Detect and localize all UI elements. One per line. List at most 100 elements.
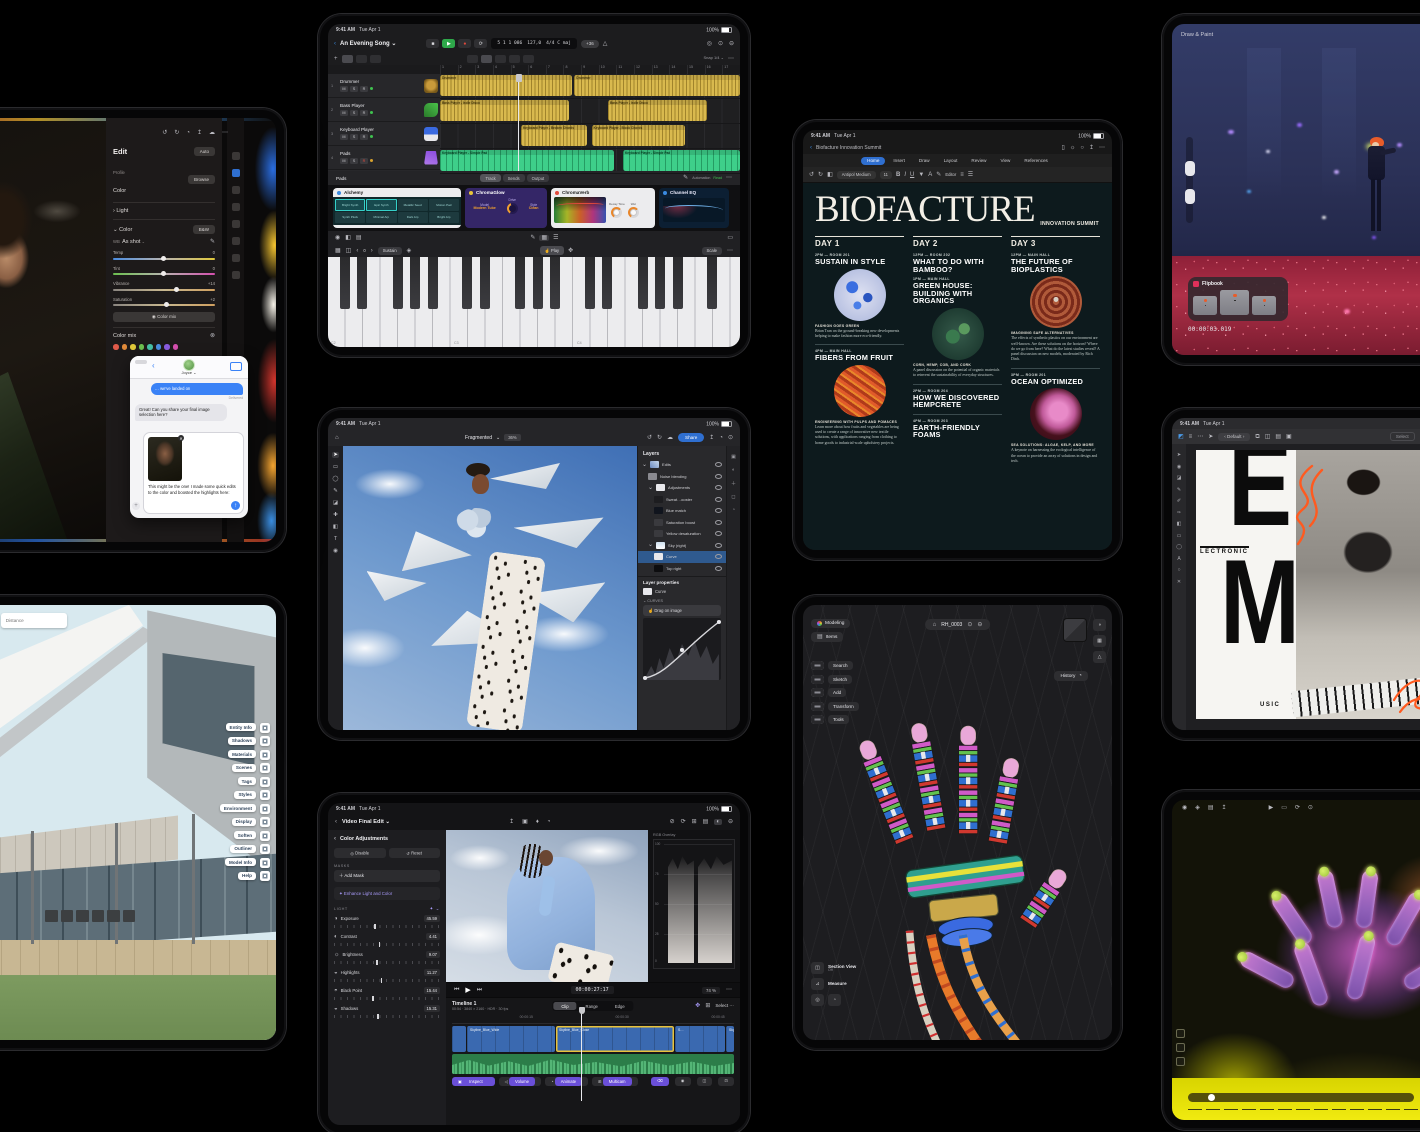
slider-marker[interactable] bbox=[377, 1014, 379, 1019]
window-controls[interactable] bbox=[135, 360, 147, 364]
back-icon[interactable]: ‹ bbox=[334, 41, 336, 47]
attached-image-thumbnail[interactable]: ✕ bbox=[148, 437, 182, 481]
piano-keyboard[interactable]: C2 C3 C4 bbox=[328, 257, 740, 347]
loop-tool-icon[interactable] bbox=[495, 55, 506, 63]
back-icon[interactable]: ‹ bbox=[152, 361, 155, 370]
slider-marker[interactable] bbox=[379, 942, 381, 947]
menu-icon[interactable]: ≡ bbox=[1189, 434, 1193, 440]
shape-tool-icon[interactable]: ▭ bbox=[1177, 533, 1182, 539]
more-icon[interactable]: ⋯ bbox=[726, 175, 732, 181]
param-value[interactable]: Modern Tube bbox=[473, 207, 495, 211]
panel-button[interactable]: Display bbox=[232, 818, 256, 826]
camera-tool-icon[interactable] bbox=[1176, 1029, 1185, 1038]
ribbon-tab[interactable]: References bbox=[1018, 157, 1054, 165]
export-icon[interactable]: ↥ bbox=[709, 435, 714, 441]
loop-icon[interactable]: ⟳ bbox=[1295, 805, 1300, 811]
channel-eq-plugin[interactable]: Channel EQ bbox=[659, 188, 729, 228]
poster-page[interactable]: E LECTRONIC M USIC bbox=[1196, 450, 1420, 719]
ribbon-tab[interactable]: View bbox=[994, 157, 1016, 165]
volume-button[interactable]: ◁ Volume bbox=[499, 1077, 541, 1086]
visibility-icon[interactable] bbox=[715, 474, 722, 479]
fade-tool-icon[interactable] bbox=[523, 55, 534, 63]
align-icon[interactable]: ▤ bbox=[1275, 434, 1281, 440]
record-enable-button[interactable]: R bbox=[360, 158, 368, 164]
audio-icon[interactable]: ◧ bbox=[345, 235, 351, 241]
slider-knob[interactable] bbox=[161, 271, 166, 276]
font-color-icon[interactable]: A bbox=[928, 172, 932, 178]
comments-icon[interactable]: ◻ bbox=[731, 494, 735, 500]
shadows-slider[interactable]: ◒Shadows15.31 bbox=[334, 1005, 440, 1018]
saturation-slider[interactable]: Saturation+2 bbox=[113, 297, 215, 307]
loop-icon[interactable]: ⟳ bbox=[681, 819, 686, 825]
steps-mode-icon[interactable]: ☰ bbox=[553, 235, 558, 241]
tool-menu-item[interactable]: Tools bbox=[828, 715, 849, 724]
visibility-icon[interactable] bbox=[715, 520, 722, 525]
enhance-button[interactable]: ✦ Enhance Light and Color bbox=[334, 887, 440, 900]
skip-forward-icon[interactable]: ⏭ bbox=[477, 987, 482, 993]
lens-icon[interactable] bbox=[232, 237, 240, 245]
preset-cell[interactable]: Bright Arp bbox=[429, 212, 459, 224]
panel-button[interactable]: Scenes bbox=[232, 764, 256, 772]
eyedropper-tool-icon[interactable]: ◉ bbox=[333, 548, 338, 554]
reset-button[interactable]: ↺ Reset bbox=[389, 848, 441, 858]
remove-attachment-icon[interactable]: ✕ bbox=[178, 435, 184, 441]
healing-icon[interactable] bbox=[232, 220, 240, 228]
slider-value[interactable]: 11.27 bbox=[424, 969, 440, 976]
trim-tool-icon[interactable] bbox=[481, 55, 492, 63]
editor-label[interactable]: Editor bbox=[945, 172, 956, 177]
panel-button[interactable]: Outliner bbox=[230, 845, 256, 853]
black-key[interactable] bbox=[410, 257, 420, 309]
midi-region[interactable]: Bass Player - Indie Disco bbox=[440, 100, 569, 121]
add-attachment-button[interactable]: + bbox=[132, 502, 140, 510]
draft-text[interactable]: This might be the one! I made some quick… bbox=[148, 484, 239, 495]
sync-icon[interactable]: ⊙ bbox=[967, 622, 972, 628]
format-painter-icon[interactable]: ◧ bbox=[827, 172, 833, 178]
record-enable-button[interactable]: R bbox=[360, 134, 368, 140]
scale-button[interactable]: Scale bbox=[702, 247, 722, 255]
color-swatch[interactable] bbox=[164, 344, 170, 350]
mute-button[interactable]: M bbox=[340, 158, 348, 164]
vibrance-slider[interactable]: Vibrance+14 bbox=[113, 281, 215, 291]
home-icon[interactable]: ⌂ bbox=[335, 435, 339, 441]
brush-slider[interactable] bbox=[1186, 137, 1193, 223]
settings-icon[interactable]: ⊙ bbox=[1308, 805, 1313, 811]
slider-value[interactable]: 15.31 bbox=[424, 1005, 440, 1012]
minimize-icon[interactable]: ⊖ bbox=[728, 819, 733, 825]
cloud-icon[interactable]: ☁ bbox=[667, 435, 673, 441]
color-swatch[interactable] bbox=[122, 344, 128, 350]
add-track-icon[interactable]: + bbox=[334, 56, 338, 62]
brush-tool-icon[interactable]: ✑ bbox=[1177, 510, 1181, 516]
close-icon[interactable]: ⊗ bbox=[210, 333, 215, 339]
bw-button[interactable]: B&W bbox=[193, 225, 215, 234]
slider-marker[interactable] bbox=[374, 924, 376, 929]
panel-button[interactable]: Environment bbox=[220, 804, 256, 812]
history-button[interactable]: History◔ bbox=[1054, 671, 1088, 681]
selection-menu-item[interactable]: Select bbox=[1390, 432, 1415, 441]
frame-thumbnail[interactable] bbox=[1252, 296, 1276, 315]
pencil-tool-icon[interactable]: ✐ bbox=[1177, 498, 1181, 504]
items-button[interactable]: ▤Items bbox=[811, 632, 843, 642]
back-icon[interactable]: ‹ bbox=[810, 145, 812, 151]
playhead[interactable] bbox=[518, 74, 519, 171]
record-button[interactable]: ● bbox=[458, 39, 471, 48]
alchemy-plugin[interactable]: Alchemy Bright SynthEpic SynthMetallic S… bbox=[333, 188, 461, 228]
color-mix-button[interactable]: ◉ Color mix bbox=[113, 312, 215, 322]
tracks-view-toggle[interactable] bbox=[342, 55, 353, 63]
layer-row[interactable]: Blue match bbox=[638, 505, 726, 517]
more-icon[interactable]: ⋯ bbox=[1099, 145, 1105, 151]
black-key[interactable] bbox=[673, 257, 683, 309]
layer-row[interactable]: Top right bbox=[638, 563, 726, 575]
preset-select[interactable]: ‹ Default › bbox=[1218, 433, 1250, 441]
panel-button[interactable]: Materials bbox=[228, 750, 256, 758]
mixer-icon[interactable]: ◎ bbox=[707, 41, 712, 47]
grid-icon[interactable]: ⊞ bbox=[692, 819, 697, 825]
flip-icon[interactable]: ◫ bbox=[1265, 434, 1271, 440]
media-icon[interactable]: ▤ bbox=[703, 819, 709, 825]
search-icon[interactable]: ○ bbox=[1080, 145, 1084, 151]
more-icon[interactable]: ⋯ bbox=[727, 248, 733, 254]
ribbon-tab[interactable]: Review bbox=[965, 157, 992, 165]
project-title[interactable]: An Evening Song ⌄ bbox=[340, 40, 396, 47]
layer-row[interactable]: Noise blending bbox=[638, 471, 726, 483]
power-dot[interactable] bbox=[469, 191, 473, 195]
help-icon[interactable]: ◔ bbox=[719, 435, 723, 441]
